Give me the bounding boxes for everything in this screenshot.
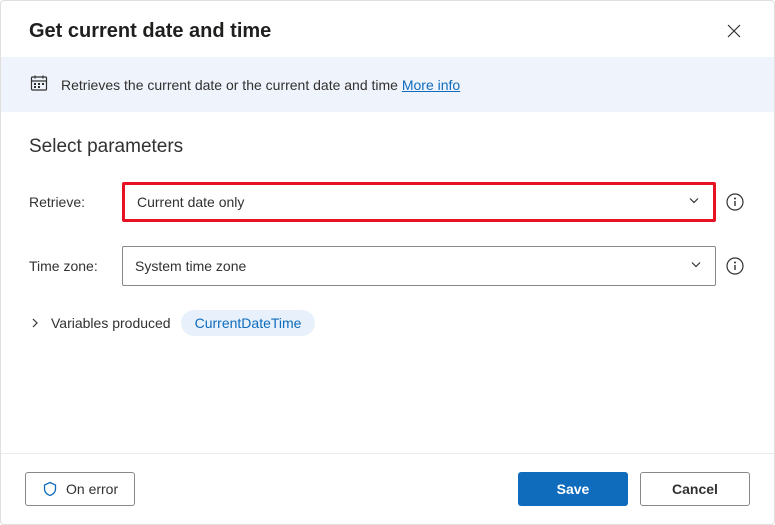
shield-icon (42, 481, 58, 497)
retrieve-value: Current date only (137, 194, 244, 210)
dialog: Get current date and time Retrieves the … (0, 0, 775, 525)
more-info-link[interactable]: More info (402, 77, 460, 93)
dialog-footer: On error Save Cancel (1, 453, 774, 524)
footer-actions: Save Cancel (518, 472, 750, 506)
section-title: Select parameters (29, 136, 746, 158)
timezone-value: System time zone (135, 258, 246, 274)
retrieve-info-button[interactable] (724, 191, 746, 213)
variables-row: Variables produced CurrentDateTime (29, 310, 746, 336)
chevron-down-icon (689, 258, 703, 275)
info-icon (726, 257, 744, 275)
retrieve-select[interactable]: Current date only (122, 182, 716, 222)
calendar-icon (29, 73, 49, 96)
retrieve-field-row: Retrieve: Current date only (29, 182, 746, 222)
info-banner: Retrieves the current date or the curren… (1, 57, 774, 112)
timezone-info-button[interactable] (724, 255, 746, 277)
chevron-down-icon (687, 194, 701, 211)
info-icon (726, 193, 744, 211)
close-icon (726, 23, 742, 39)
chevron-right-icon[interactable] (29, 317, 41, 329)
timezone-label: Time zone: (29, 258, 114, 274)
dialog-title: Get current date and time (29, 20, 271, 43)
variable-chip[interactable]: CurrentDateTime (181, 310, 316, 336)
timezone-select[interactable]: System time zone (122, 246, 716, 286)
close-button[interactable] (722, 19, 746, 43)
retrieve-label: Retrieve: (29, 194, 114, 210)
retrieve-select-wrapper: Current date only (122, 182, 716, 222)
cancel-button[interactable]: Cancel (640, 472, 750, 506)
content-area: Select parameters Retrieve: Current date… (1, 112, 774, 453)
variables-label: Variables produced (51, 315, 171, 331)
banner-description: Retrieves the current date or the curren… (61, 77, 398, 93)
dialog-header: Get current date and time (1, 1, 774, 57)
timezone-field-row: Time zone: System time zone (29, 246, 746, 286)
save-button[interactable]: Save (518, 472, 628, 506)
banner-text: Retrieves the current date or the curren… (61, 77, 460, 93)
on-error-button[interactable]: On error (25, 472, 135, 506)
timezone-select-wrapper: System time zone (122, 246, 716, 286)
on-error-label: On error (66, 481, 118, 497)
